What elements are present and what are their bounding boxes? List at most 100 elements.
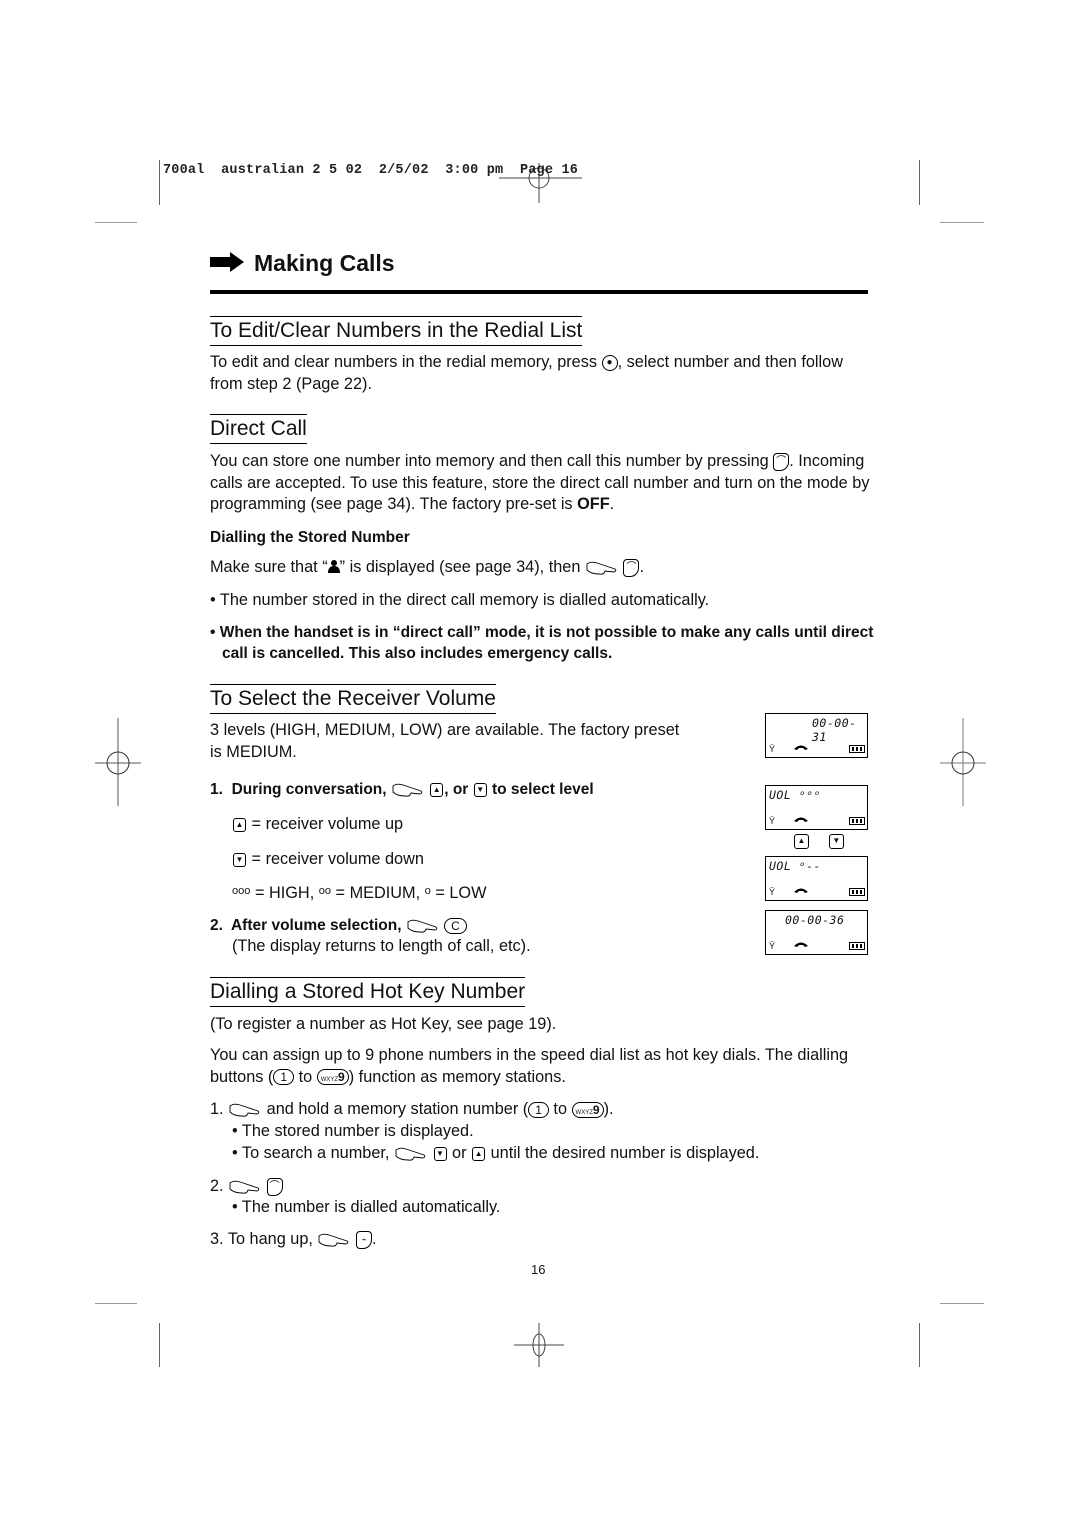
section-heading-redial: To Edit/Clear Numbers in the Redial List — [210, 316, 583, 346]
crop-mark — [940, 1303, 984, 1304]
key-9-letters: WXYZ — [575, 1109, 593, 1116]
up-key-icon: ▲ — [794, 834, 809, 850]
handset-icon — [794, 942, 808, 947]
hotkey-step-1-bullet-1: • The stored number is displayed. — [232, 1122, 474, 1140]
lcd-text: 00-00-36 — [785, 913, 845, 927]
press-hand-icon — [229, 1180, 260, 1194]
section-heading-volume: To Select the Receiver Volume — [210, 684, 496, 714]
hotkey-register-note: (To register a number as Hot Key, see pa… — [210, 1015, 557, 1033]
up-key-icon: ▲ — [233, 817, 246, 832]
key-9-icon: WXYZ9 — [571, 1101, 604, 1118]
key-1-icon: 1 — [528, 1101, 549, 1118]
hotkey-assign-paragraph: You can assign up to 9 phone numbers in … — [210, 1045, 870, 1088]
battery-icon — [849, 888, 865, 896]
talk-key-icon: ⌒ — [623, 558, 640, 577]
press-hand-icon — [319, 1233, 349, 1247]
factory-preset-value: OFF — [577, 495, 610, 513]
period: . — [372, 1230, 377, 1248]
down-key-icon: ▼ — [433, 1146, 447, 1161]
step-text: and hold a memory station number ( — [266, 1100, 529, 1118]
hotkey-step-3: 3. To hang up, ⌁. — [210, 1229, 870, 1251]
crop-mark — [95, 1303, 137, 1304]
down-key-icon: ▼ — [828, 834, 844, 850]
make-sure-text-2: ” is displayed (see page 34), then — [339, 558, 581, 576]
key-1-icon: 1 — [273, 1069, 295, 1086]
registration-mark-icon — [940, 718, 986, 806]
make-sure-line: Make sure that “ ” is displayed (see page… — [210, 558, 644, 577]
lcd-arrow-keys: ▲ ▼ — [793, 833, 845, 851]
key-9-digit: 9 — [338, 1070, 345, 1085]
down-key-icon: ▼ — [233, 852, 246, 867]
chapter-title: Making Calls — [254, 250, 395, 276]
press-hand-icon — [586, 561, 617, 575]
lcd-text: 00-00-31 — [812, 716, 857, 744]
down-key-icon: ▼ — [473, 782, 487, 797]
hotkey-step-1-bullet-2: • To search a number, ▼ or ▲ until the d… — [232, 1143, 892, 1165]
step-text-end: ). — [603, 1100, 614, 1118]
talk-key-icon: ⌒ — [266, 1177, 283, 1196]
subheading-dialling-stored: Dialling the Stored Number — [210, 529, 410, 546]
antenna-icon: Ÿ — [769, 941, 776, 951]
press-hand-icon — [395, 1147, 426, 1161]
to-text: to — [298, 1067, 313, 1086]
registration-mark-icon — [499, 163, 582, 203]
step-number: 2. — [210, 1177, 224, 1195]
crop-mark — [919, 1323, 920, 1367]
talk-key-icon: ⌒ — [773, 452, 790, 471]
hotkey-step-2-bullet: • The number is dialled automatically. — [232, 1198, 501, 1216]
clear-key-icon: C — [444, 917, 467, 934]
step-text: During conversation, — [231, 781, 387, 798]
lcd-display: UOL ᵒ-- Ÿ — [765, 856, 868, 901]
period: . — [609, 495, 615, 513]
make-sure-text: Make sure that “ — [210, 558, 328, 576]
key-9-letters: WXYZ — [320, 1077, 339, 1084]
volume-intro: 3 levels (HIGH, MEDIUM, LOW) are availab… — [210, 721, 680, 761]
crop-mark — [159, 160, 160, 205]
press-hand-icon — [229, 1103, 260, 1117]
lcd-text: UOL ᵒ-- — [769, 859, 821, 873]
antenna-icon: Ÿ — [769, 816, 776, 826]
page-number: 16 — [531, 1262, 546, 1277]
battery-icon — [849, 745, 865, 753]
crop-mark — [940, 222, 984, 223]
bullet-text-2: until the desired number is displayed. — [490, 1144, 760, 1162]
key-9-digit: 9 — [592, 1102, 600, 1117]
direct-call-text: You can store one number into memory and… — [210, 452, 769, 470]
hang-up-key-icon: ⌁ — [356, 1230, 372, 1249]
hotkey-step-2: 2. ⌒ — [210, 1176, 870, 1198]
step-number: 1. — [210, 781, 223, 798]
handset-icon — [794, 888, 808, 893]
battery-icon — [849, 942, 865, 950]
step-number: 2. — [210, 917, 223, 934]
navigation-key-icon: ● — [601, 354, 618, 371]
antenna-icon: Ÿ — [769, 744, 776, 754]
lcd-display: 00-00-36 Ÿ — [765, 910, 868, 955]
arrow-right-icon — [210, 252, 244, 272]
lcd-display: UOL ᵒᵒᵒ Ÿ — [765, 785, 868, 830]
crop-mark — [95, 222, 137, 223]
antenna-icon: Ÿ — [769, 887, 776, 897]
step-text-end: to select level — [491, 781, 594, 798]
registration-mark-icon — [514, 1323, 564, 1367]
bullet-direct-call-warning: • When the handset is in “direct call” m… — [210, 624, 874, 662]
redial-paragraph: To edit and clear numbers in the redial … — [210, 352, 870, 395]
step-number: 1. — [210, 1100, 224, 1118]
up-desc-text: = receiver volume up — [251, 815, 404, 833]
section-heading-hotkey: Dialling a Stored Hot Key Number — [210, 977, 526, 1007]
hotkey-step-1: 1. and hold a memory station number (1 t… — [210, 1099, 870, 1121]
print-slug: 700al australian 2 5 02 2/5/02 3:00 pm P… — [163, 163, 579, 178]
battery-icon — [849, 817, 865, 825]
redial-text: To edit and clear numbers in the redial … — [210, 353, 598, 371]
lcd-display: 00-00-31 Ÿ — [765, 713, 868, 758]
person-icon — [327, 560, 340, 573]
press-hand-icon — [392, 783, 423, 797]
lcd-text: UOL ᵒᵒᵒ — [769, 788, 821, 802]
handset-icon — [794, 817, 808, 822]
assign-text-2: ) function as memory stations. — [348, 1067, 566, 1086]
or-text: or — [452, 1144, 467, 1162]
step-text-or: , or — [444, 781, 469, 798]
step-number: 3. — [210, 1230, 224, 1248]
crop-mark — [159, 1323, 160, 1367]
to-text: to — [553, 1100, 568, 1118]
down-desc-text: = receiver volume down — [251, 850, 424, 868]
